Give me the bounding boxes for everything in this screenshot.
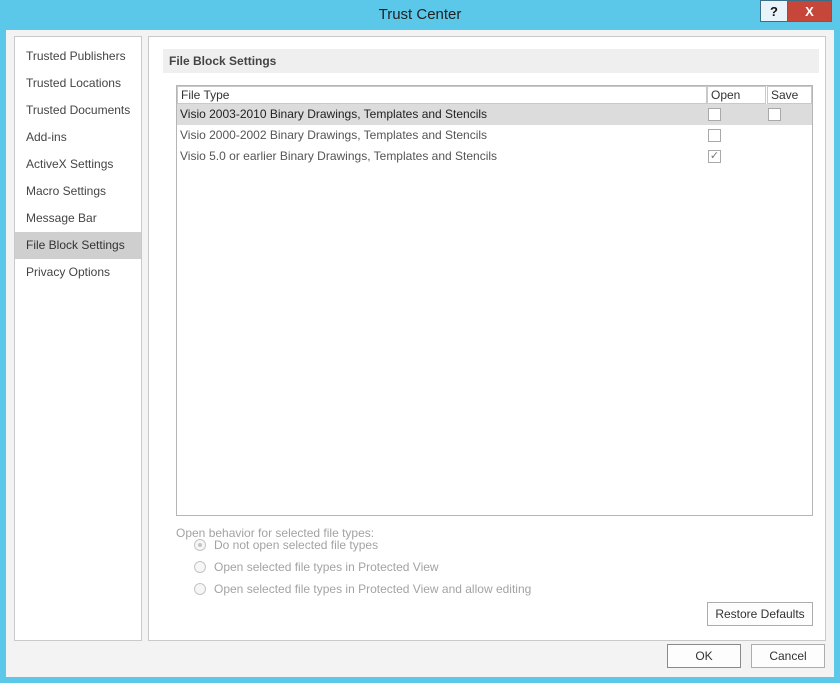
trust-center-window: Trust Center ? X Trusted Publishers Trus… [0,0,840,683]
file-type-cell: Visio 2000-2002 Binary Drawings, Templat… [180,128,488,142]
table-row[interactable]: Visio 5.0 or earlier Binary Drawings, Te… [177,146,812,167]
help-button[interactable]: ? [760,0,788,22]
cancel-button[interactable]: Cancel [751,644,825,668]
radio-label: Do not open selected file types [214,538,379,552]
sidebar-item-label: Macro Settings [26,184,107,198]
sidebar-item-label: Trusted Locations [26,76,121,90]
window-title: Trust Center [378,6,462,23]
sidebar-item-file-block-settings[interactable]: File Block Settings [15,232,141,259]
table-row[interactable]: Visio 2000-2002 Binary Drawings, Templat… [177,125,812,146]
radio-indicator [194,561,206,573]
radio-indicator [194,539,206,551]
radio-indicator [194,583,206,595]
file-type-cell: Visio 2003-2010 Binary Drawings, Templat… [180,107,488,121]
sidebar-item-label: Trusted Documents [26,103,131,117]
sidebar-item-label: Privacy Options [26,265,111,279]
column-header-open[interactable]: Open [707,86,766,104]
sidebar-item-add-ins[interactable]: Add-ins [15,124,141,151]
sidebar-item-macro-settings[interactable]: Macro Settings [15,178,141,205]
sidebar-item-label: Trusted Publishers [26,49,126,63]
sidebar-item-label: ActiveX Settings [26,157,114,171]
ok-button[interactable]: OK [667,644,741,668]
dialog-client-area: Trusted Publishers Trusted Locations Tru… [6,30,834,677]
restore-defaults-button[interactable]: Restore Defaults [707,602,813,626]
radio-label: Open selected file types in Protected Vi… [214,582,532,596]
sidebar-item-trusted-publishers[interactable]: Trusted Publishers [15,43,141,70]
column-header-save[interactable]: Save [767,86,812,104]
column-header-file-type[interactable]: File Type [177,86,707,104]
open-checkbox[interactable] [708,129,721,142]
sidebar-item-label: File Block Settings [26,238,125,252]
sidebar: Trusted Publishers Trusted Locations Tru… [14,36,142,641]
main-panel: File Block Settings File Type Open Save … [148,36,826,641]
file-type-grid: File Type Open Save Visio 2003-2010 Bina… [176,85,813,516]
sidebar-item-message-bar[interactable]: Message Bar [15,205,141,232]
check-icon: ✓ [709,150,720,162]
sidebar-item-activex-settings[interactable]: ActiveX Settings [15,151,141,178]
sidebar-item-trusted-documents[interactable]: Trusted Documents [15,97,141,124]
title-bar[interactable]: Trust Center ? X [0,0,840,30]
save-checkbox[interactable] [768,108,781,121]
sidebar-item-label: Message Bar [26,211,97,225]
section-title: File Block Settings [163,49,819,73]
radio-do-not-open[interactable]: Do not open selected file types [194,536,378,554]
open-checkbox[interactable] [708,108,721,121]
radio-open-protected-view-editing[interactable]: Open selected file types in Protected Vi… [194,580,531,598]
open-checkbox[interactable]: ✓ [708,150,721,163]
sidebar-item-privacy-options[interactable]: Privacy Options [15,259,141,286]
sidebar-item-label: Add-ins [26,130,67,144]
file-type-cell: Visio 5.0 or earlier Binary Drawings, Te… [180,149,498,163]
radio-label: Open selected file types in Protected Vi… [214,560,439,574]
sidebar-item-trusted-locations[interactable]: Trusted Locations [15,70,141,97]
table-row[interactable]: Visio 2003-2010 Binary Drawings, Templat… [177,104,812,125]
radio-open-protected-view[interactable]: Open selected file types in Protected Vi… [194,558,439,576]
close-button[interactable]: X [787,0,832,22]
